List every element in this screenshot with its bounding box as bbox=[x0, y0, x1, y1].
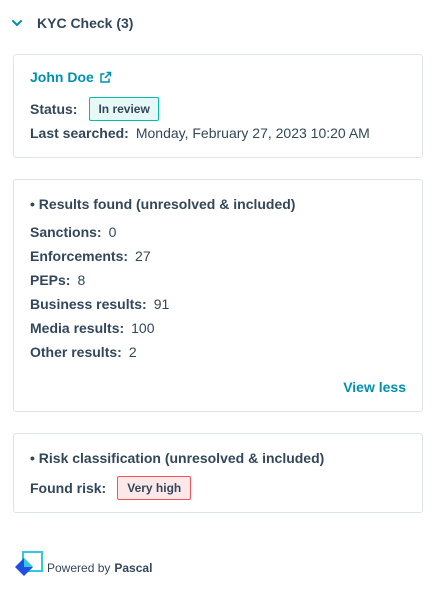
results-title: • Results found (unresolved & included) bbox=[30, 196, 296, 212]
result-row-sanctions: Sanctions: 0 bbox=[30, 224, 116, 240]
results-card: • Results found (unresolved & included) … bbox=[13, 179, 423, 412]
result-label: Other results: bbox=[30, 344, 122, 360]
result-label: Business results: bbox=[30, 296, 147, 312]
result-row-media: Media results: 100 bbox=[30, 320, 155, 336]
brand-name: Pascal bbox=[114, 561, 153, 575]
result-row-business: Business results: 91 bbox=[30, 296, 169, 312]
risk-title: • Risk classification (unresolved & incl… bbox=[30, 450, 325, 466]
result-row-peps: PEPs: 8 bbox=[30, 272, 85, 288]
result-label: PEPs: bbox=[30, 272, 71, 288]
pascal-logo-icon bbox=[13, 550, 43, 586]
result-row-enforcements: Enforcements: 27 bbox=[30, 248, 151, 264]
result-label: Sanctions: bbox=[30, 224, 102, 240]
status-row: Status: In review bbox=[30, 97, 159, 121]
last-searched-value: Monday, February 27, 2023 10:20 AM bbox=[135, 125, 370, 141]
found-risk-row: Found risk: Very high bbox=[30, 476, 192, 500]
status-badge: In review bbox=[89, 97, 159, 121]
risk-badge: Very high bbox=[117, 476, 192, 500]
profile-name-link[interactable]: John Doe bbox=[30, 69, 94, 85]
last-searched-label: Last searched: bbox=[30, 125, 129, 141]
profile-name-row: John Doe bbox=[30, 69, 112, 85]
result-value: 91 bbox=[153, 296, 170, 312]
found-risk-label: Found risk: bbox=[30, 480, 107, 496]
result-row-other: Other results: 2 bbox=[30, 344, 137, 360]
result-value: 27 bbox=[135, 248, 151, 264]
result-value: 100 bbox=[131, 320, 155, 336]
profile-card: John Doe Status: In review Last searched… bbox=[13, 54, 423, 158]
view-less-link[interactable]: View less bbox=[343, 379, 406, 395]
status-label: Status: bbox=[30, 101, 78, 117]
kyc-section-header[interactable]: KYC Check (3) bbox=[10, 13, 133, 33]
risk-card: • Risk classification (unresolved & incl… bbox=[13, 433, 423, 513]
external-link-icon[interactable] bbox=[99, 71, 112, 84]
result-value: 0 bbox=[108, 224, 117, 240]
result-label: Enforcements: bbox=[30, 248, 129, 264]
section-title: KYC Check (3) bbox=[37, 15, 134, 31]
powered-by-footer: Powered by Pascal bbox=[13, 550, 153, 586]
result-label: Media results: bbox=[30, 320, 125, 336]
chevron-down-icon[interactable] bbox=[10, 16, 24, 30]
powered-by-text: Powered by bbox=[47, 561, 111, 575]
last-searched-row: Last searched: Monday, February 27, 2023… bbox=[30, 125, 370, 141]
result-value: 8 bbox=[77, 272, 86, 288]
result-value: 2 bbox=[128, 344, 137, 360]
